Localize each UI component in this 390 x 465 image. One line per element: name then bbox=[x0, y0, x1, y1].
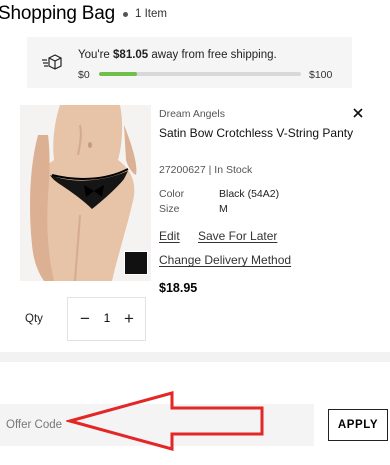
size-value: M bbox=[219, 203, 228, 215]
item-count: 1 Item bbox=[134, 8, 167, 20]
change-delivery-link[interactable]: Change Delivery Method bbox=[159, 253, 291, 267]
bag-header: Shopping Bag 1 Item bbox=[0, 2, 167, 26]
size-label: Size bbox=[159, 203, 180, 215]
shipping-progress-bar bbox=[99, 72, 301, 76]
page-title: Shopping Bag bbox=[0, 3, 115, 24]
quantity-stepper: − 1 + bbox=[67, 297, 146, 341]
shipping-progress-fill bbox=[99, 72, 138, 76]
progress-max-label: $100 bbox=[309, 69, 333, 81]
apply-button[interactable]: APPLY bbox=[328, 409, 388, 441]
separator-dot bbox=[122, 11, 128, 17]
product-name[interactable]: Satin Bow Crotchless V-String Panty bbox=[159, 124, 369, 143]
offer-code-placeholder: Offer Code bbox=[6, 419, 63, 431]
free-shipping-banner: You're $81.05 away from free shipping. $… bbox=[27, 37, 352, 88]
quantity-value: 1 bbox=[103, 311, 111, 325]
decrease-quantity-button[interactable]: − bbox=[76, 309, 94, 329]
shipping-box-icon bbox=[42, 54, 62, 70]
close-icon[interactable] bbox=[350, 105, 366, 121]
product-brand: Dream Angels bbox=[159, 108, 225, 120]
color-swatch[interactable] bbox=[124, 251, 148, 275]
quantity-label: Qty bbox=[25, 313, 43, 325]
remaining-amount: $81.05 bbox=[113, 49, 149, 61]
section-divider bbox=[0, 352, 390, 362]
color-label: Color bbox=[159, 188, 185, 200]
increase-quantity-button[interactable]: + bbox=[120, 309, 138, 329]
save-for-later-link[interactable]: Save For Later bbox=[198, 229, 277, 243]
shipping-message: You're $81.05 away from free shipping. bbox=[78, 49, 277, 61]
annotation-arrow-icon bbox=[66, 391, 264, 451]
progress-min-label: $0 bbox=[78, 69, 90, 81]
product-sku-status: 27200627 | In Stock bbox=[159, 164, 253, 176]
edit-link[interactable]: Edit bbox=[159, 229, 180, 243]
product-price: $18.95 bbox=[159, 281, 198, 295]
color-value: Black (54A2) bbox=[219, 188, 280, 200]
